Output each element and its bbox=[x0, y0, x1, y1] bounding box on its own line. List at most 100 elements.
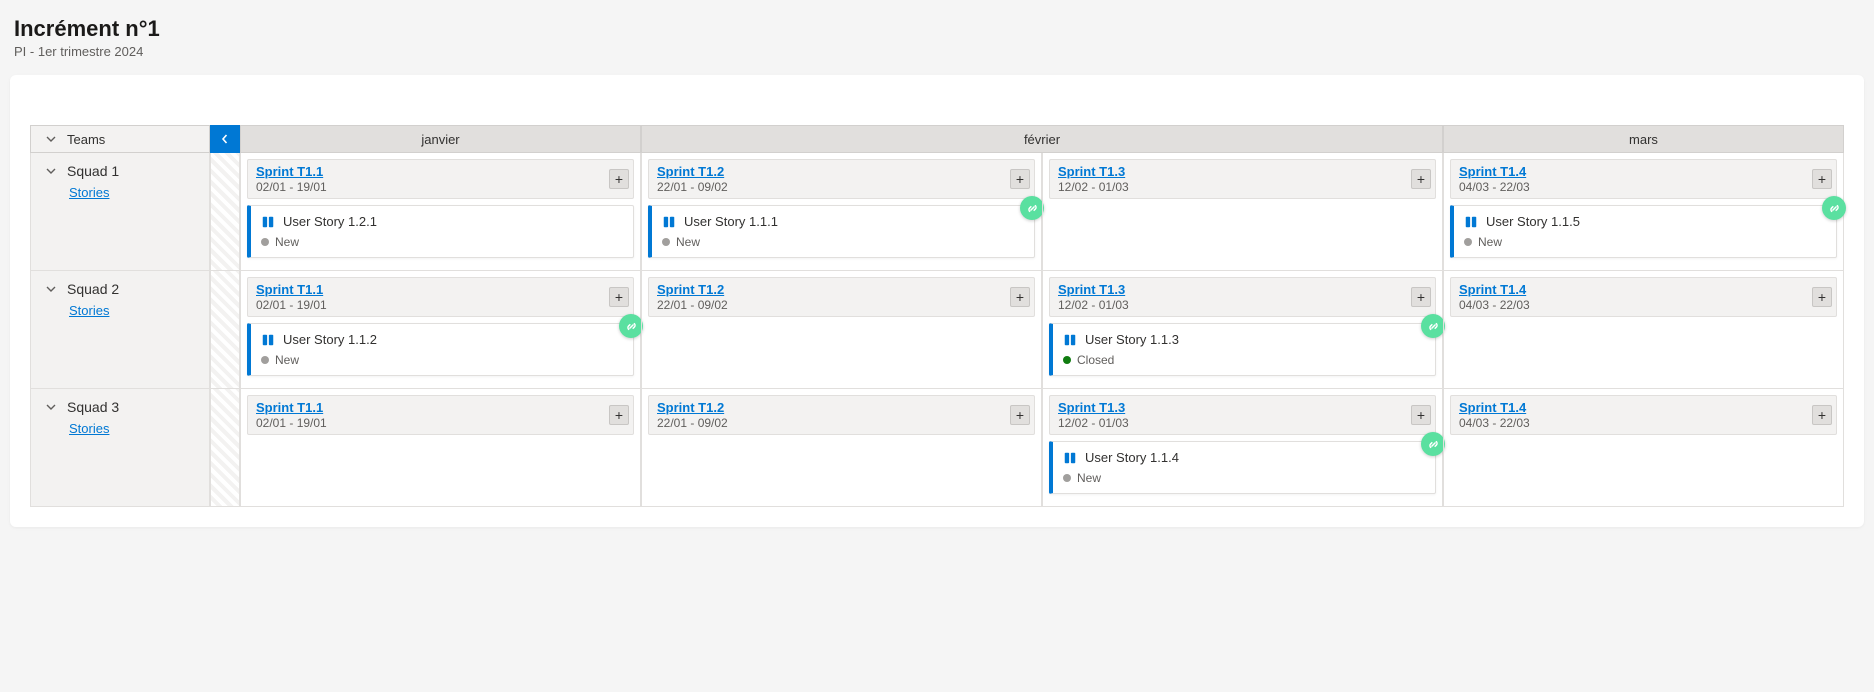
page-title: Incrément n°1 bbox=[14, 16, 1860, 42]
add-story-button[interactable]: + bbox=[1411, 405, 1431, 425]
add-story-button[interactable]: + bbox=[1411, 287, 1431, 307]
sprint-header: Sprint T1.2 22/01 - 09/02 + bbox=[648, 277, 1035, 317]
sprint-header: Sprint T1.4 04/03 - 22/03 + bbox=[1450, 277, 1837, 317]
sprint-header: Sprint T1.3 12/02 - 01/03 + bbox=[1049, 277, 1436, 317]
squad-row-side: Squad 1 Stories bbox=[30, 153, 210, 271]
sprint-cell: Sprint T1.2 22/01 - 09/02 + User Story 1… bbox=[641, 153, 1042, 271]
sprint-link[interactable]: Sprint T1.2 bbox=[657, 164, 1026, 179]
link-icon[interactable] bbox=[619, 314, 643, 338]
story-status: New bbox=[275, 235, 299, 249]
story-status: Closed bbox=[1077, 353, 1114, 367]
add-story-button[interactable]: + bbox=[1812, 405, 1832, 425]
status-dot-icon bbox=[261, 356, 269, 364]
sprint-header: Sprint T1.4 04/03 - 22/03 + bbox=[1450, 395, 1837, 435]
sprint-cell: Sprint T1.1 02/01 - 19/01 + bbox=[240, 389, 641, 507]
chevron-down-icon[interactable] bbox=[45, 283, 57, 295]
sprint-dates: 22/01 - 09/02 bbox=[657, 416, 1026, 430]
user-story-icon bbox=[1063, 451, 1077, 465]
sprint-header: Sprint T1.3 12/02 - 01/03 + bbox=[1049, 395, 1436, 435]
squad-name: Squad 2 bbox=[67, 281, 119, 297]
story-status: New bbox=[1077, 471, 1101, 485]
sprint-header: Sprint T1.4 04/03 - 22/03 + bbox=[1450, 159, 1837, 199]
sprint-link[interactable]: Sprint T1.2 bbox=[657, 282, 1026, 297]
story-title: User Story 1.2.1 bbox=[283, 214, 377, 229]
sprint-link[interactable]: Sprint T1.3 bbox=[1058, 282, 1427, 297]
sprint-link[interactable]: Sprint T1.1 bbox=[256, 400, 625, 415]
month-header: janvier bbox=[240, 125, 641, 153]
sprint-header: Sprint T1.2 22/01 - 09/02 + bbox=[648, 395, 1035, 435]
sprint-cell: Sprint T1.4 04/03 - 22/03 + bbox=[1443, 389, 1844, 507]
sprint-cell: Sprint T1.3 12/02 - 01/03 + User Story 1… bbox=[1042, 271, 1443, 389]
sprint-cell: Sprint T1.2 22/01 - 09/02 + bbox=[641, 271, 1042, 389]
add-story-button[interactable]: + bbox=[609, 405, 629, 425]
story-card[interactable]: User Story 1.1.1 New bbox=[648, 205, 1035, 258]
scroll-left-button[interactable] bbox=[210, 125, 240, 153]
sprint-dates: 02/01 - 19/01 bbox=[256, 180, 625, 194]
row-gutter bbox=[210, 389, 240, 507]
sprint-header: Sprint T1.1 02/01 - 19/01 + bbox=[247, 277, 634, 317]
teams-column-header: Teams bbox=[30, 125, 210, 153]
link-icon[interactable] bbox=[1020, 196, 1044, 220]
stories-link[interactable]: Stories bbox=[69, 303, 197, 318]
add-story-button[interactable]: + bbox=[1812, 287, 1832, 307]
status-dot-icon bbox=[1063, 356, 1071, 364]
link-icon[interactable] bbox=[1421, 432, 1445, 456]
user-story-icon bbox=[1063, 333, 1077, 347]
sprint-cell: Sprint T1.4 04/03 - 22/03 + User Story 1… bbox=[1443, 153, 1844, 271]
sprint-dates: 04/03 - 22/03 bbox=[1459, 180, 1828, 194]
status-dot-icon bbox=[1464, 238, 1472, 246]
sprint-link[interactable]: Sprint T1.4 bbox=[1459, 400, 1828, 415]
squad-row-side: Squad 3 Stories bbox=[30, 389, 210, 507]
chevron-down-icon[interactable] bbox=[45, 165, 57, 177]
add-story-button[interactable]: + bbox=[609, 169, 629, 189]
sprint-link[interactable]: Sprint T1.2 bbox=[657, 400, 1026, 415]
teams-label: Teams bbox=[67, 132, 105, 147]
story-card[interactable]: User Story 1.1.2 New bbox=[247, 323, 634, 376]
sprint-header: Sprint T1.2 22/01 - 09/02 + bbox=[648, 159, 1035, 199]
add-story-button[interactable]: + bbox=[1812, 169, 1832, 189]
story-card[interactable]: User Story 1.2.1 New bbox=[247, 205, 634, 258]
stories-link[interactable]: Stories bbox=[69, 185, 197, 200]
sprint-header: Sprint T1.1 02/01 - 19/01 + bbox=[247, 159, 634, 199]
status-dot-icon bbox=[261, 238, 269, 246]
row-gutter bbox=[210, 271, 240, 389]
month-header: mars bbox=[1443, 125, 1844, 153]
add-story-button[interactable]: + bbox=[1010, 405, 1030, 425]
link-icon[interactable] bbox=[1421, 314, 1445, 338]
story-card[interactable]: User Story 1.1.4 New bbox=[1049, 441, 1436, 494]
story-card[interactable]: User Story 1.1.3 Closed bbox=[1049, 323, 1436, 376]
story-title: User Story 1.1.5 bbox=[1486, 214, 1580, 229]
add-story-button[interactable]: + bbox=[609, 287, 629, 307]
month-header: février bbox=[641, 125, 1443, 153]
user-story-icon bbox=[261, 215, 275, 229]
sprint-dates: 02/01 - 19/01 bbox=[256, 298, 625, 312]
sprint-dates: 02/01 - 19/01 bbox=[256, 416, 625, 430]
chevron-down-icon[interactable] bbox=[45, 401, 57, 413]
delivery-board: Teams janvierfévriermars Squad 1 Stories… bbox=[10, 75, 1864, 527]
sprint-link[interactable]: Sprint T1.4 bbox=[1459, 282, 1828, 297]
story-title: User Story 1.1.3 bbox=[1085, 332, 1179, 347]
sprint-link[interactable]: Sprint T1.1 bbox=[256, 282, 625, 297]
add-story-button[interactable]: + bbox=[1010, 287, 1030, 307]
story-status: New bbox=[1478, 235, 1502, 249]
squad-row-side: Squad 2 Stories bbox=[30, 271, 210, 389]
sprint-cell: Sprint T1.4 04/03 - 22/03 + bbox=[1443, 271, 1844, 389]
sprint-cell: Sprint T1.1 02/01 - 19/01 + User Story 1… bbox=[240, 271, 641, 389]
sprint-link[interactable]: Sprint T1.3 bbox=[1058, 164, 1427, 179]
story-card[interactable]: User Story 1.1.5 New bbox=[1450, 205, 1837, 258]
squad-name: Squad 1 bbox=[67, 163, 119, 179]
story-status: New bbox=[275, 353, 299, 367]
chevron-down-icon[interactable] bbox=[45, 133, 57, 145]
user-story-icon bbox=[261, 333, 275, 347]
sprint-dates: 22/01 - 09/02 bbox=[657, 298, 1026, 312]
sprint-cell: Sprint T1.3 12/02 - 01/03 + User Story 1… bbox=[1042, 389, 1443, 507]
sprint-link[interactable]: Sprint T1.1 bbox=[256, 164, 625, 179]
sprint-link[interactable]: Sprint T1.4 bbox=[1459, 164, 1828, 179]
story-title: User Story 1.1.2 bbox=[283, 332, 377, 347]
stories-link[interactable]: Stories bbox=[69, 421, 197, 436]
sprint-link[interactable]: Sprint T1.3 bbox=[1058, 400, 1427, 415]
add-story-button[interactable]: + bbox=[1411, 169, 1431, 189]
sprint-header: Sprint T1.3 12/02 - 01/03 + bbox=[1049, 159, 1436, 199]
add-story-button[interactable]: + bbox=[1010, 169, 1030, 189]
link-icon[interactable] bbox=[1822, 196, 1846, 220]
